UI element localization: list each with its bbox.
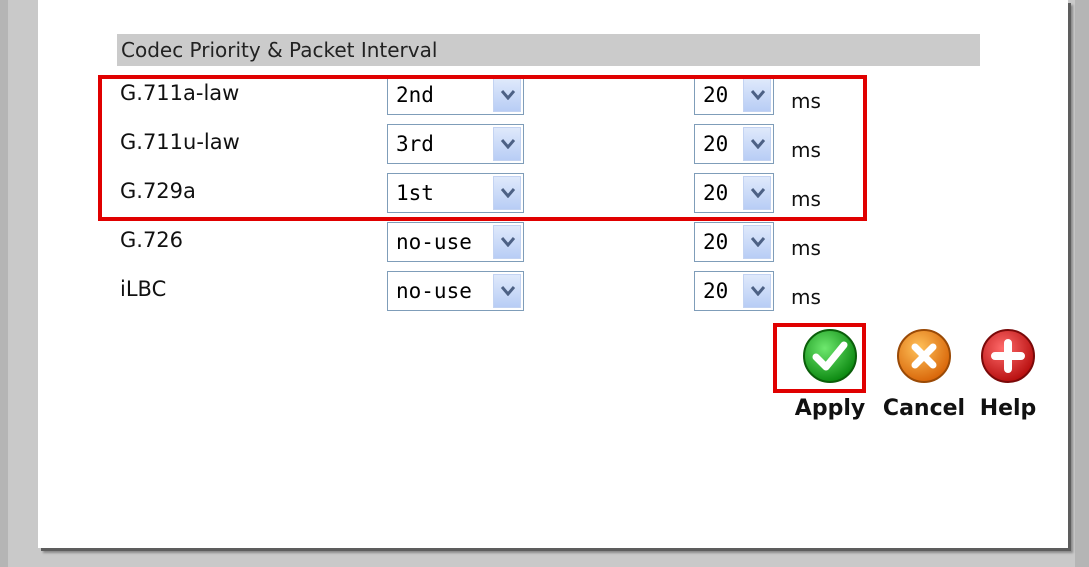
codec-name: G.726 xyxy=(120,228,184,252)
section-header: Codec Priority & Packet Interval xyxy=(117,34,980,66)
cancel-button[interactable]: Cancel xyxy=(880,328,968,421)
chevron-down-icon[interactable] xyxy=(493,225,521,259)
priority-select[interactable]: no-use xyxy=(387,222,524,262)
codec-highlight-box xyxy=(98,75,867,221)
interval-value: 20 xyxy=(703,279,729,303)
priority-value: no-use xyxy=(396,230,472,254)
chevron-down-icon[interactable] xyxy=(743,274,771,308)
help-button[interactable]: Help xyxy=(976,328,1040,421)
interval-value: 20 xyxy=(703,230,729,254)
x-icon[interactable] xyxy=(896,328,952,384)
chevron-down-icon[interactable] xyxy=(493,274,521,308)
codec-row: G.726 no-use 20 ms xyxy=(0,222,1089,262)
apply-button[interactable]: Apply xyxy=(793,328,867,421)
interval-select[interactable]: 20 xyxy=(694,271,774,311)
interval-unit: ms xyxy=(791,285,821,309)
apply-label: Apply xyxy=(794,396,866,421)
check-icon[interactable] xyxy=(802,328,858,384)
priority-select[interactable]: no-use xyxy=(387,271,524,311)
plus-icon[interactable] xyxy=(980,328,1036,384)
chevron-down-icon[interactable] xyxy=(743,225,771,259)
cancel-label: Cancel xyxy=(882,396,966,421)
priority-value: no-use xyxy=(396,279,472,303)
help-label: Help xyxy=(979,396,1037,421)
codec-name: iLBC xyxy=(120,277,167,301)
interval-select[interactable]: 20 xyxy=(694,222,774,262)
interval-unit: ms xyxy=(791,236,821,260)
codec-row: iLBC no-use 20 ms xyxy=(0,271,1089,311)
